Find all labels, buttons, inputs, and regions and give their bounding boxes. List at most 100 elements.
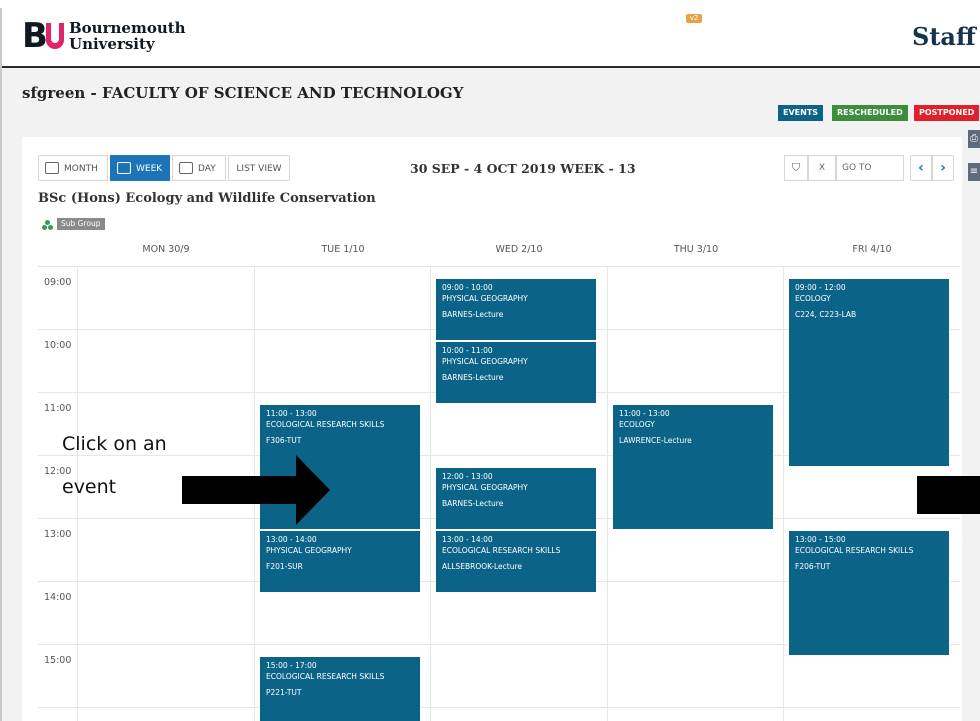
subgroup-icon bbox=[42, 220, 53, 230]
event-location: BARNES-Lecture bbox=[442, 310, 504, 319]
event-time: 15:00 - 17:00 bbox=[266, 661, 317, 670]
page-title: sfgreen - FACULTY OF SCIENCE AND TECHNOL… bbox=[22, 84, 464, 102]
event-location: F206-TUT bbox=[795, 562, 831, 571]
goto-label: GO TO bbox=[842, 163, 872, 173]
filter-button[interactable]: ⛉ bbox=[784, 155, 808, 181]
version-badge: v2 bbox=[686, 14, 702, 23]
goto-date-input[interactable]: GO TO bbox=[836, 155, 904, 181]
day-header: MON 30/9 bbox=[142, 244, 190, 255]
day-label: DAY bbox=[198, 164, 216, 174]
calendar-event[interactable]: 15:00 - 17:00 ECOLOGICAL RESEARCH SKILLS P… bbox=[260, 657, 420, 721]
week-view-button[interactable]: WEEK bbox=[110, 155, 170, 181]
event-location: F306-TUT bbox=[266, 436, 302, 445]
list-view-label: LIST VIEW bbox=[236, 164, 282, 174]
event-location: F201-SUR bbox=[266, 562, 303, 571]
time-label: 10:00 bbox=[44, 340, 72, 351]
event-location: BARNES-Lecture bbox=[442, 373, 504, 382]
event-location: ALLSEBROOK-Lecture bbox=[442, 562, 522, 571]
arrow-partial-icon bbox=[917, 476, 980, 514]
legend-postponed: POSTPONED bbox=[914, 105, 980, 121]
legend-rescheduled: RESCHEDULED bbox=[832, 105, 908, 121]
day-header: THU 3/10 bbox=[673, 244, 719, 255]
event-location: BARNES-Lecture bbox=[442, 499, 504, 508]
event-time: 13:00 - 14:00 bbox=[442, 535, 493, 544]
calendar-event[interactable]: 11:00 - 13:00 ECOLOGICAL RESEARCH SKILLS F… bbox=[260, 405, 420, 529]
month-view-button[interactable]: MONTH bbox=[38, 155, 108, 181]
logo-line-1: Bournemouth bbox=[69, 19, 186, 37]
event-title: PHYSICAL GEOGRAPHY bbox=[442, 483, 528, 492]
event-location: P221-TUT bbox=[266, 688, 302, 697]
event-title: ECOLOGICAL RESEARCH SKILLS bbox=[795, 546, 914, 555]
site-header: B Bournemouth University v2 Staff bbox=[0, 0, 980, 68]
calendar-month-icon bbox=[45, 161, 59, 174]
event-title: PHYSICAL GEOGRAPHY bbox=[442, 294, 528, 303]
event-location: LAWRENCE-Lecture bbox=[619, 436, 692, 445]
chevron-left-icon: ‹ bbox=[918, 160, 924, 176]
event-time: 09:00 - 12:00 bbox=[795, 283, 846, 292]
day-header: TUE 1/10 bbox=[321, 244, 365, 255]
logo-b-mark: B bbox=[22, 16, 48, 56]
portal-title: Staff bbox=[912, 22, 976, 51]
event-title: PHYSICAL GEOGRAPHY bbox=[266, 546, 352, 555]
time-label: 11:00 bbox=[44, 403, 72, 414]
menu-icon[interactable]: ≡ bbox=[968, 163, 980, 181]
prev-week-button[interactable]: ‹ bbox=[910, 155, 932, 181]
grid-column-line bbox=[430, 266, 431, 721]
subgroup-badge[interactable]: Sub Group bbox=[57, 218, 105, 230]
callout-line-1: Click on an bbox=[62, 433, 167, 455]
month-label: MONTH bbox=[64, 164, 98, 174]
grid-row-line bbox=[38, 266, 960, 267]
event-time: 10:00 - 11:00 bbox=[442, 346, 493, 355]
list-view-button[interactable]: LIST VIEW bbox=[228, 155, 290, 181]
logo-line-2: University bbox=[69, 35, 155, 53]
logo-wordmark: Bournemouth University bbox=[69, 20, 186, 52]
event-location: C224, C223-LAB bbox=[795, 310, 857, 319]
event-time: 11:00 - 13:00 bbox=[619, 409, 670, 418]
time-label: 09:00 bbox=[44, 277, 72, 288]
day-header: WED 2/10 bbox=[495, 244, 543, 255]
event-title: ECOLOGICAL RESEARCH SKILLS bbox=[266, 672, 385, 681]
day-view-button[interactable]: DAY bbox=[172, 155, 226, 181]
event-time: 12:00 - 13:00 bbox=[442, 472, 493, 481]
event-time: 11:00 - 13:00 bbox=[266, 409, 317, 418]
grid-row-line bbox=[38, 707, 960, 708]
chevron-right-icon: › bbox=[940, 160, 946, 176]
arrow-right-icon bbox=[182, 476, 298, 504]
next-week-button[interactable]: › bbox=[932, 155, 954, 181]
calendar-event[interactable]: 13:00 - 15:00 ECOLOGICAL RESEARCH SKILLS F… bbox=[789, 531, 949, 655]
calendar-day-icon bbox=[179, 161, 193, 174]
event-title: ECOLOGICAL RESEARCH SKILLS bbox=[266, 420, 385, 429]
week-title: 30 SEP - 4 OCT 2019 WEEK - 13 bbox=[410, 161, 636, 176]
event-time: 09:00 - 10:00 bbox=[442, 283, 493, 292]
time-label: 13:00 bbox=[44, 529, 72, 540]
print-icon[interactable]: ⎙ bbox=[968, 130, 980, 148]
grid-column-line bbox=[783, 266, 784, 721]
calendar-event[interactable]: 13:00 - 14:00 PHYSICAL GEOGRAPHY F201-SUR bbox=[260, 531, 420, 592]
event-time: 13:00 - 14:00 bbox=[266, 535, 317, 544]
week-label: WEEK bbox=[136, 164, 163, 174]
event-time: 13:00 - 15:00 bbox=[795, 535, 846, 544]
day-header: FRI 4/10 bbox=[852, 244, 892, 255]
calendar-event[interactable]: 12:00 - 13:00 PHYSICAL GEOGRAPHY BARNES-Le… bbox=[436, 468, 596, 529]
calendar-event[interactable]: 11:00 - 13:00 ECOLOGY LAWRENCE-Lecture bbox=[613, 405, 773, 529]
clear-filter-button[interactable]: X bbox=[808, 155, 836, 181]
calendar-week-icon bbox=[117, 161, 131, 174]
course-title: BSc (Hons) Ecology and Wildlife Conserva… bbox=[38, 191, 376, 206]
calendar-event[interactable]: 10:00 - 11:00 PHYSICAL GEOGRAPHY BARNES-Le… bbox=[436, 342, 596, 403]
event-title: ECOLOGICAL RESEARCH SKILLS bbox=[442, 546, 561, 555]
grid-column-line bbox=[607, 266, 608, 721]
callout-line-2: event bbox=[62, 476, 117, 498]
event-title: PHYSICAL GEOGRAPHY bbox=[442, 357, 528, 366]
filter-icon: ⛉ bbox=[791, 161, 801, 174]
time-label: 14:00 bbox=[44, 592, 72, 603]
time-label: 15:00 bbox=[44, 655, 72, 666]
calendar-event[interactable]: 09:00 - 12:00 ECOLOGY C224, C223-LAB bbox=[789, 279, 949, 466]
calendar-event[interactable]: 09:00 - 10:00 PHYSICAL GEOGRAPHY BARNES-Le… bbox=[436, 279, 596, 340]
legend-events: EVENTS bbox=[778, 105, 824, 121]
event-title: ECOLOGY bbox=[619, 420, 655, 429]
clear-filter-label: X bbox=[818, 163, 826, 173]
calendar-event[interactable]: 13:00 - 14:00 ECOLOGICAL RESEARCH SKILLS A… bbox=[436, 531, 596, 592]
arrow-head-icon bbox=[296, 455, 330, 525]
logo-u-mark bbox=[46, 23, 64, 49]
event-title: ECOLOGY bbox=[795, 294, 831, 303]
